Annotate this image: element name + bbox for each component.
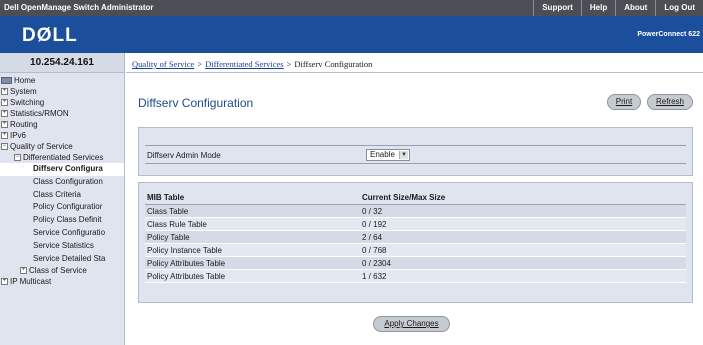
- table-cell-name: Policy Instance Table: [147, 246, 223, 255]
- sidebar-item-class-of-service[interactable]: + Class of Service: [0, 265, 124, 276]
- log-out-link[interactable]: Log Out: [655, 0, 703, 16]
- switch-ip-address: 10.254.24.161: [0, 53, 124, 73]
- table-cell-name: Policy Table: [147, 233, 190, 242]
- expand-icon[interactable]: +: [1, 99, 8, 106]
- table-header: MIB Table Current Size/Max Size: [145, 192, 686, 205]
- table-row: Class Table 0 / 32: [145, 205, 686, 218]
- table-cell-name: Class Rule Table: [147, 220, 207, 229]
- sidebar-item-policy-configuration[interactable]: Policy Configuratior: [0, 201, 124, 214]
- sidebar-item-switching[interactable]: + Switching: [0, 97, 124, 108]
- sidebar-item-policy-class-definition[interactable]: Policy Class Definit: [0, 214, 124, 227]
- sidebar-item-service-detailed-statistics[interactable]: Service Detailed Sta: [0, 253, 124, 266]
- column-header-size: Current Size/Max Size: [362, 193, 446, 202]
- sidebar: 10.254.24.161 Home + System + Switching + S…: [0, 53, 125, 345]
- table-cell-size: 0 / 192: [362, 220, 387, 229]
- table-row: Policy Instance Table 0 / 768: [145, 244, 686, 257]
- sidebar-item-service-configuration[interactable]: Service Configuratio: [0, 227, 124, 240]
- expand-icon[interactable]: +: [1, 121, 8, 128]
- sidebar-item-ip-multicast[interactable]: + IP Multicast: [0, 276, 124, 287]
- breadcrumb-separator: >: [286, 59, 292, 69]
- sidebar-item-routing[interactable]: + Routing: [0, 119, 124, 130]
- table-cell-name: Policy Attributes Table: [147, 259, 226, 268]
- admin-mode-panel: Diffserv Admin Mode Enable ▼: [138, 127, 693, 176]
- sidebar-item-statistics-rmon[interactable]: + Statistics/RMON: [0, 108, 124, 119]
- dell-logo: DØLL: [22, 25, 78, 46]
- sidebar-item-system[interactable]: + System: [0, 86, 124, 97]
- breadcrumb-current: Diffserv Configuration: [294, 59, 373, 69]
- admin-mode-select[interactable]: Enable ▼: [366, 149, 410, 161]
- page-title: Diffserv Configuration: [138, 96, 254, 110]
- product-name: PowerConnect 622: [637, 31, 700, 38]
- collapse-icon[interactable]: −: [14, 154, 21, 161]
- nav-tree: Home + System + Switching + Statistics/RMON…: [0, 73, 124, 287]
- table-cell-size: 0 / 768: [362, 246, 387, 255]
- expand-icon[interactable]: +: [1, 132, 8, 139]
- table-cell-size: 2 / 64: [362, 233, 383, 242]
- table-row: Policy Attributes Table 1 / 632: [145, 270, 686, 283]
- table-cell-size: 1 / 632: [362, 272, 387, 281]
- apply-changes-button[interactable]: Apply Changes: [373, 316, 450, 332]
- sidebar-item-diffserv-configuration[interactable]: Diffserv Configura: [0, 163, 124, 176]
- sidebar-item-service-statistics[interactable]: Service Statistics: [0, 240, 124, 253]
- help-link[interactable]: Help: [580, 0, 615, 16]
- mib-table-panel: MIB Table Current Size/Max Size Class Ta…: [138, 182, 693, 303]
- about-link[interactable]: About: [615, 0, 655, 16]
- print-button[interactable]: Print: [607, 94, 641, 110]
- refresh-button[interactable]: Refresh: [647, 94, 693, 110]
- expand-icon[interactable]: +: [1, 88, 8, 95]
- table-row: Policy Table 2 / 64: [145, 231, 686, 244]
- app-title: Dell OpenManage Switch Administrator: [4, 3, 154, 12]
- admin-mode-value: Enable: [370, 150, 395, 159]
- breadcrumb-separator: >: [197, 59, 203, 69]
- top-bar: Dell OpenManage Switch Administrator Sup…: [0, 0, 703, 16]
- table-cell-name: Policy Attributes Table: [147, 272, 226, 281]
- mib-table: MIB Table Current Size/Max Size Class Ta…: [145, 192, 686, 283]
- expand-icon[interactable]: +: [1, 110, 8, 117]
- table-cell-name: Class Table: [147, 207, 189, 216]
- breadcrumb-link-differentiated-services[interactable]: Differentiated Services: [205, 59, 283, 69]
- table-row: Class Rule Table 0 / 192: [145, 218, 686, 231]
- column-header-mib-table: MIB Table: [147, 193, 185, 202]
- banner: DØLL PowerConnect 622: [0, 16, 703, 53]
- sidebar-item-class-criteria[interactable]: Class Criteria: [0, 189, 124, 202]
- collapse-icon[interactable]: −: [1, 143, 8, 150]
- sidebar-item-differentiated-services[interactable]: − Differentiated Services: [0, 152, 124, 163]
- admin-mode-label: Diffserv Admin Mode: [147, 151, 221, 160]
- chevron-down-icon[interactable]: ▼: [399, 151, 408, 159]
- admin-mode-row: Diffserv Admin Mode Enable ▼: [145, 145, 686, 164]
- expand-icon[interactable]: +: [1, 278, 8, 286]
- breadcrumb-link-quality-of-service[interactable]: Quality of Service: [132, 59, 194, 69]
- sidebar-item-home[interactable]: Home: [0, 75, 124, 86]
- table-cell-size: 0 / 32: [362, 207, 383, 216]
- support-link[interactable]: Support: [533, 0, 581, 16]
- expand-icon[interactable]: +: [20, 267, 27, 275]
- table-body: Class Table 0 / 32 Class Rule Table 0 / …: [145, 205, 686, 283]
- sidebar-item-ipv6[interactable]: + IPv6: [0, 130, 124, 141]
- sidebar-item-quality-of-service[interactable]: − Quality of Service: [0, 141, 124, 152]
- table-cell-size: 0 / 2304: [362, 259, 391, 268]
- table-row: Policy Attributes Table 0 / 2304: [145, 257, 686, 270]
- top-nav: Support Help About Log Out: [533, 0, 703, 16]
- folder-icon: [1, 77, 12, 84]
- sidebar-item-class-configuration[interactable]: Class Configuration: [0, 176, 124, 189]
- breadcrumb: Quality of Service > Differentiated Servic…: [126, 53, 703, 73]
